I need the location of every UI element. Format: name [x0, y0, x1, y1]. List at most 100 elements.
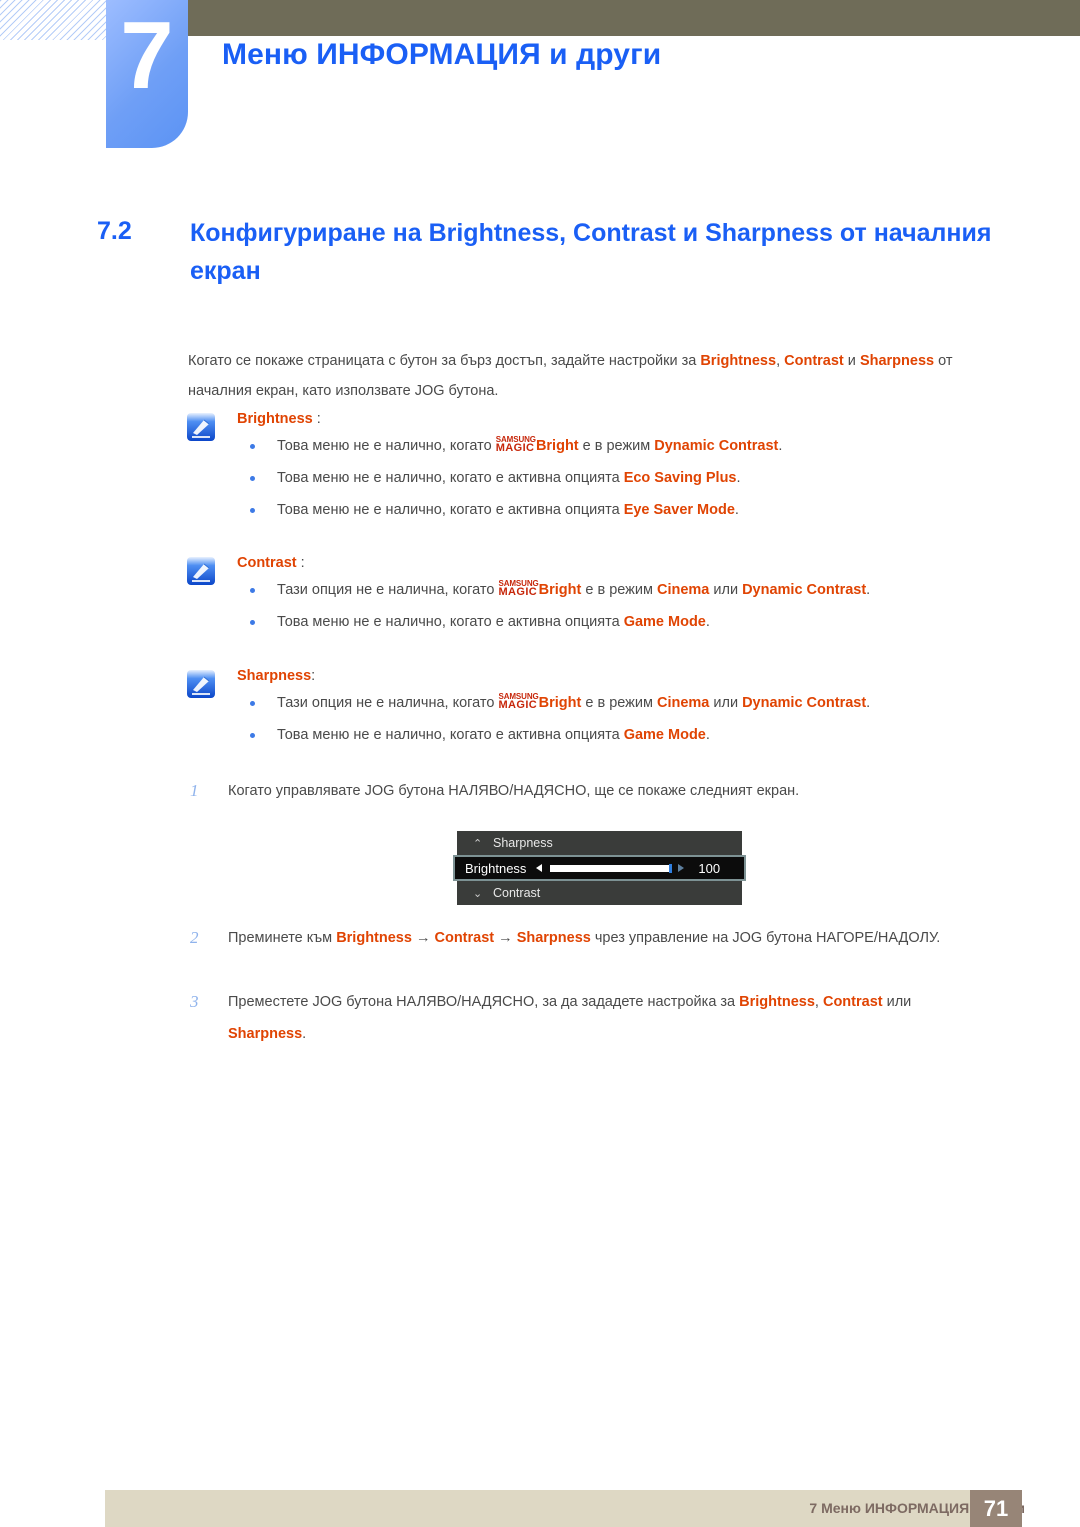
intro-text-1: Когато се покаже страницата с бутон за б… — [188, 352, 701, 369]
keyword-brightness: Brightness — [700, 352, 777, 369]
bullet-text-post: . — [736, 470, 741, 486]
note-block-contrast: Contrast : Тази опция не е налична, кога… — [186, 552, 1016, 638]
keyword-eye-saver-mode: Eye Saver Mode — [623, 502, 735, 518]
step-text: Преминете към Brightness → Contrast → Sh… — [228, 922, 990, 954]
bullet-text-mid2: или — [709, 582, 743, 598]
bullet-text-post: . — [778, 438, 783, 454]
samsung-magic-mark: SAMSUNG MAGIC — [498, 693, 538, 711]
intro-sep-1: , — [776, 352, 785, 369]
keyword-sharpness: Sharpness — [516, 930, 591, 946]
osd-row-contrast[interactable]: ⌄ Contrast — [457, 881, 742, 905]
list-item: Тази опция не е налична, когато SAMSUNG M… — [237, 687, 1016, 719]
keyword-sharpness: Sharpness — [228, 1026, 303, 1042]
list-item: Тази опция не е налична, когато SAMSUNG M… — [237, 574, 1016, 606]
osd-row-sharpness[interactable]: ⌃ Sharpness — [457, 831, 742, 855]
list-item: Това меню не е налично, когато SAMSUNG MA… — [237, 430, 1016, 462]
samsung-magic-mark: SAMSUNG MAGIC — [495, 436, 536, 454]
keyword-game-mode: Game Mode — [623, 614, 706, 630]
keyword-cinema: Cinema — [656, 582, 710, 598]
arrow-left-icon[interactable] — [536, 864, 543, 872]
bullet-text: Това меню не е налично, когато е активна… — [277, 502, 624, 518]
bullet-text: Това меню не е налично, когато е активна… — [277, 470, 624, 486]
chevron-up-icon: ⌃ — [473, 837, 483, 850]
list-item: Това меню не е налично, когато е активна… — [237, 606, 1016, 638]
section-title: Конфигуриране на Brightness, Contrast и … — [190, 219, 992, 285]
bullet-text-post: . — [866, 582, 871, 598]
step-text-mid: , — [814, 994, 823, 1010]
keyword-brightness: Brightness — [739, 994, 815, 1010]
step-number: 1 — [190, 781, 199, 800]
osd-menu-screenshot: ⌃ Sharpness Brightness 100 ⌄ Contrast — [453, 831, 746, 905]
header-band — [186, 0, 1080, 36]
note-title-suffix: : — [296, 555, 305, 571]
bullet-text-post: . — [705, 614, 710, 630]
note-title-sharpness: Sharpness: — [237, 665, 1016, 687]
bullet-text: Тази опция не е налична, когато — [277, 582, 499, 598]
arrow-separator-2: → — [494, 930, 517, 946]
list-item: Това меню не е налично, когато е активна… — [237, 719, 1016, 751]
note-title-text: Contrast — [237, 555, 297, 571]
step-2: 2 Преминете към Brightness → Contrast → … — [190, 922, 990, 954]
samsung-mark-bottom: MAGIC — [498, 586, 538, 598]
step-1: 1 Когато управлявате JOG бутона НАЛЯВО/Н… — [190, 775, 990, 807]
samsung-mark-bottom: MAGIC — [495, 442, 535, 454]
keyword-contrast: Contrast — [822, 994, 883, 1010]
list-item: Това меню не е налично, когато е активна… — [237, 494, 1016, 526]
osd-row-brightness-selected[interactable]: Brightness 100 — [453, 855, 746, 881]
keyword-dynamic-contrast: Dynamic Contrast — [742, 695, 867, 711]
chapter-number: 7 — [120, 2, 174, 109]
note-title-text: Brightness — [237, 411, 313, 427]
bullet-text-post: . — [866, 695, 871, 711]
note-bullet-list-sharpness: Тази опция не е налична, когато SAMSUNG M… — [237, 687, 1016, 751]
section-heading: 7.2 Конфигуриране на Brightness, Contras… — [97, 214, 1017, 290]
osd-value-brightness: 100 — [698, 860, 721, 876]
keyword-dynamic-contrast: Dynamic Contrast — [654, 438, 779, 454]
step-text-mid2: или — [882, 994, 912, 1010]
samsung-mark-bottom: MAGIC — [498, 699, 538, 711]
keyword-cinema: Cinema — [656, 695, 710, 711]
note-title-contrast: Contrast : — [237, 552, 1016, 574]
intro-paragraph: Когато се покаже страницата с бутон за б… — [188, 346, 978, 406]
osd-label-brightness: Brightness — [465, 860, 527, 876]
step-text-post: чрез управление на JOG бутона НАГОРЕ/НАД… — [590, 930, 941, 946]
samsung-magic-mark: SAMSUNG MAGIC — [498, 580, 538, 598]
bullet-text: Тази опция не е налична, когато — [277, 695, 499, 711]
magicbright-word: Bright — [538, 695, 582, 711]
keyword-brightness: Brightness — [336, 930, 412, 946]
note-title-suffix: : — [312, 411, 321, 427]
bullet-text-mid2: или — [709, 695, 743, 711]
list-item: Това меню не е налично, когато е активна… — [237, 462, 1016, 494]
bullet-text: Това меню не е налично, когато — [277, 438, 496, 454]
osd-label-sharpness: Sharpness — [493, 836, 553, 850]
note-pen-icon — [186, 412, 216, 442]
keyword-contrast: Contrast — [434, 930, 495, 946]
arrow-right-icon[interactable] — [678, 864, 685, 872]
section-number: 7.2 — [97, 217, 132, 245]
note-pen-icon — [186, 669, 216, 699]
bullet-text-mid: е в режим — [581, 582, 657, 598]
step-number: 2 — [190, 928, 199, 947]
osd-label-contrast: Contrast — [493, 886, 541, 900]
step-text: Когато управлявате JOG бутона НАЛЯВО/НАД… — [228, 783, 800, 799]
bullet-text-mid: е в режим — [578, 438, 655, 454]
keyword-eco-saving-plus: Eco Saving Plus — [623, 470, 737, 486]
page-number: 71 — [970, 1490, 1022, 1527]
magicbright-word: Bright — [535, 438, 579, 454]
keyword-game-mode: Game Mode — [623, 727, 706, 743]
note-bullet-list-brightness: Това меню не е налично, когато SAMSUNG MA… — [237, 430, 1016, 526]
magicbright-word: Bright — [538, 582, 582, 598]
note-block-brightness: Brightness : Това меню не е налично, ког… — [186, 408, 1016, 526]
decorative-hatch-pattern — [0, 0, 110, 40]
slider-knob[interactable] — [669, 863, 673, 873]
step-text-post: . — [302, 1026, 307, 1042]
step-text-pre: Преминете към — [228, 930, 337, 946]
keyword-contrast: Contrast — [784, 352, 844, 369]
step-number: 3 — [190, 992, 199, 1011]
note-bullet-list-contrast: Тази опция не е налична, когато SAMSUNG M… — [237, 574, 1016, 638]
note-title-suffix: : — [311, 668, 316, 684]
brightness-slider[interactable] — [550, 863, 673, 873]
bullet-text-post: . — [705, 727, 710, 743]
bullet-text-post: . — [734, 502, 739, 518]
bullet-text: Това меню не е налично, когато е активна… — [277, 727, 624, 743]
note-pen-icon — [186, 556, 216, 586]
